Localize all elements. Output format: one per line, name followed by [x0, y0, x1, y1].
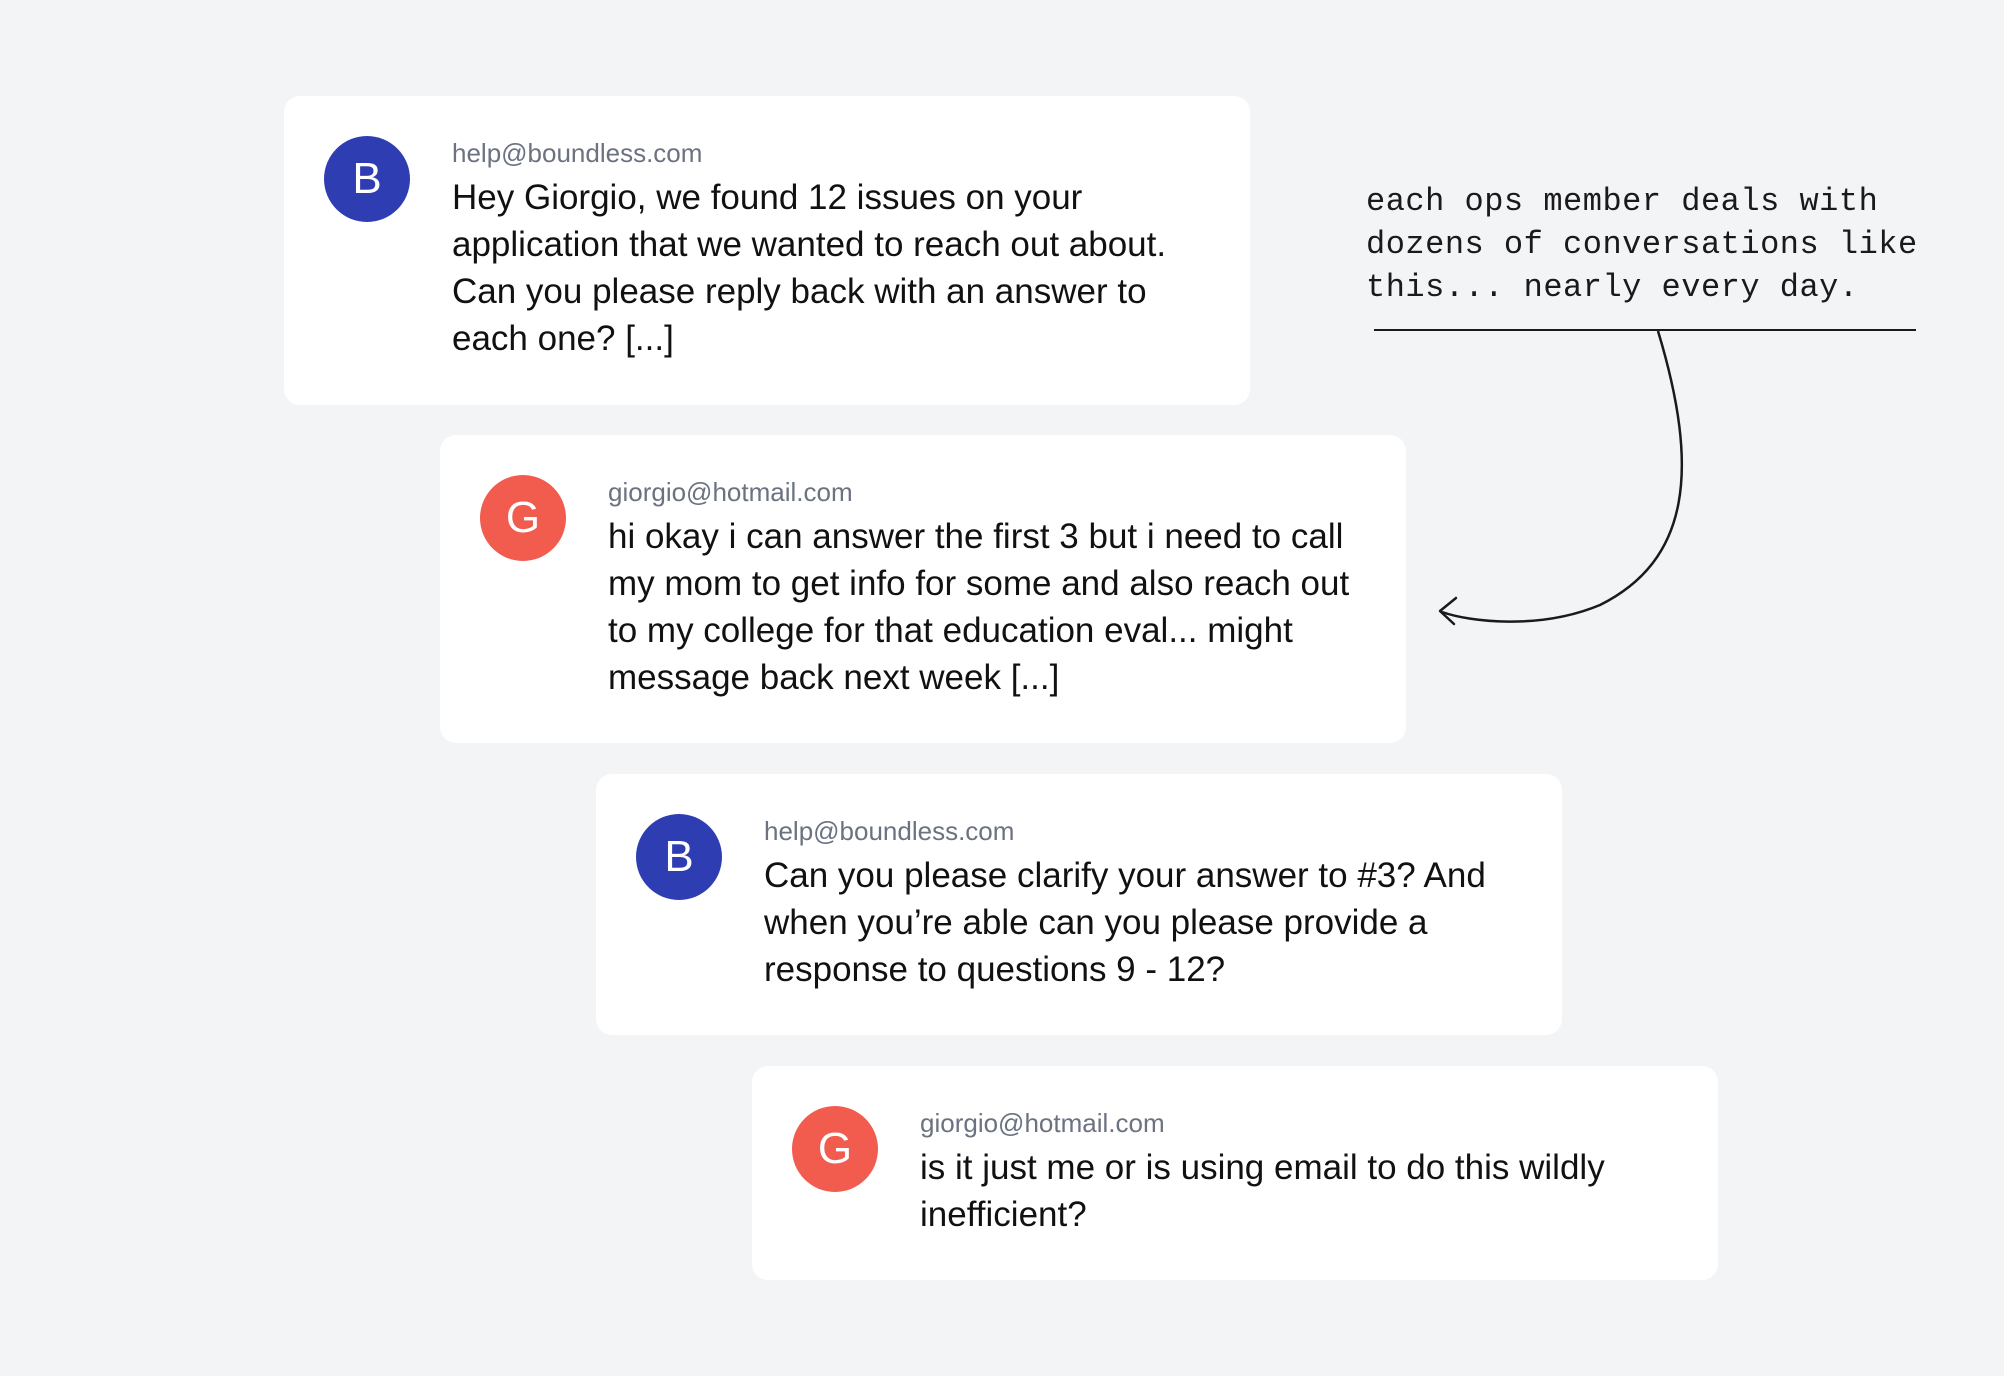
annotation-underline — [1374, 329, 1916, 331]
sender-email: help@boundless.com — [452, 138, 703, 168]
annotation-line-3: this... nearly every day. — [1366, 269, 1859, 306]
avatar-letter: B — [664, 832, 694, 881]
avatar-letter: B — [352, 154, 382, 203]
message-card-4: G giorgio@hotmail.com is it just me or i… — [752, 1066, 1718, 1280]
annotation-line-2: dozens of conversations like — [1366, 226, 1918, 263]
message-content: giorgio@hotmail.com hi okay i can answer… — [608, 477, 1366, 701]
message-content: giorgio@hotmail.com is it just me or is … — [920, 1108, 1678, 1238]
avatar-giorgio: G — [480, 475, 566, 561]
avatar-giorgio: G — [792, 1106, 878, 1192]
message-text: Can you please clarify your answer to #3… — [764, 856, 1486, 989]
arrow-curve — [1441, 330, 1684, 623]
arrow-head — [1438, 596, 1458, 626]
avatar-letter: G — [505, 493, 541, 542]
avatar-boundless: B — [324, 136, 410, 222]
message-text: hi okay i can answer the first 3 but i n… — [608, 517, 1350, 697]
sender-email: giorgio@hotmail.com — [920, 1108, 1165, 1138]
annotation-line-1: each ops member deals with — [1366, 183, 1879, 220]
avatar-boundless: B — [636, 814, 722, 900]
message-card-3: B help@boundless.com Can you please clar… — [596, 774, 1562, 1035]
message-text: Hey Giorgio, we found 12 issues on your … — [452, 178, 1167, 358]
sender-email: help@boundless.com — [764, 816, 1015, 846]
message-content: help@boundless.com Hey Giorgio, we found… — [452, 138, 1210, 362]
message-content: help@boundless.com Can you please clarif… — [764, 816, 1522, 993]
message-card-1: B help@boundless.com Hey Giorgio, we fou… — [284, 96, 1250, 405]
annotation-note: each ops member deals with dozens of con… — [1366, 180, 1966, 309]
sender-email: giorgio@hotmail.com — [608, 477, 853, 507]
message-card-2: G giorgio@hotmail.com hi okay i can answ… — [440, 435, 1406, 743]
avatar-letter: G — [817, 1124, 853, 1173]
message-text: is it just me or is using email to do th… — [920, 1148, 1605, 1234]
